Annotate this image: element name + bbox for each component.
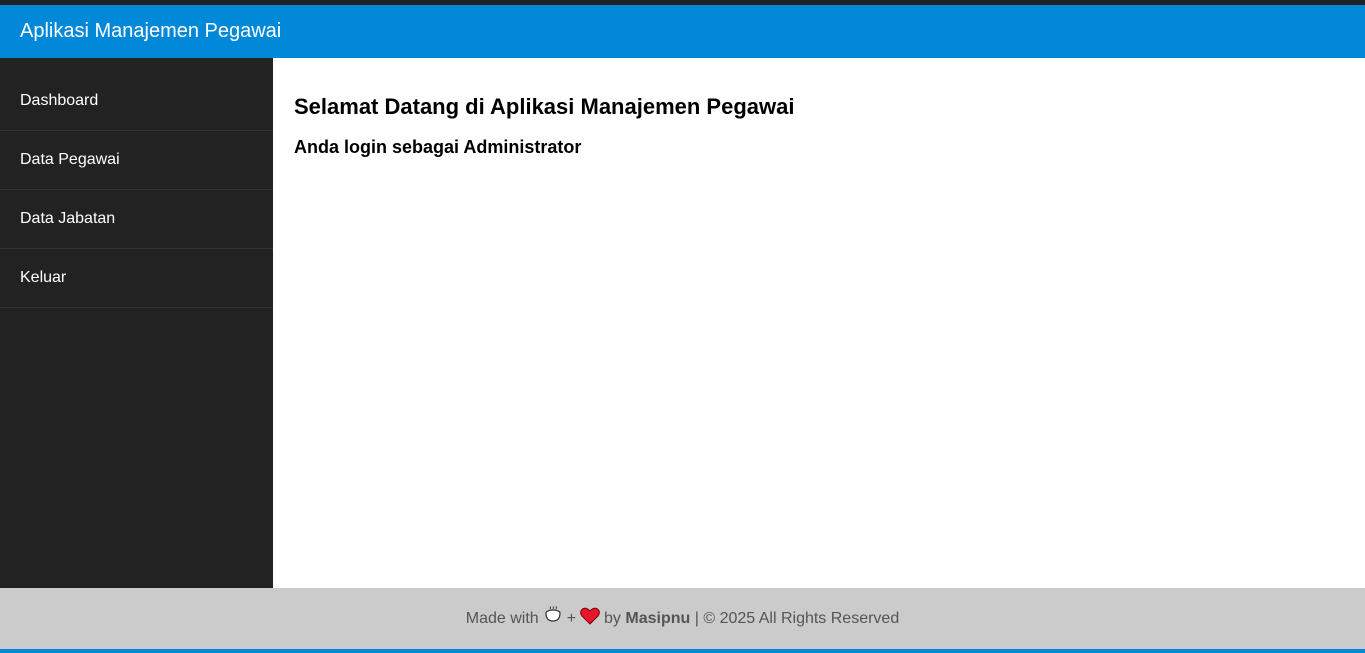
sidebar-item-keluar[interactable]: Keluar: [0, 249, 273, 308]
page-title: Selamat Datang di Aplikasi Manajemen Peg…: [294, 94, 795, 119]
sidebar-item-label: Data Jabatan: [20, 210, 116, 227]
sidebar: Dashboard Data Pegawai Data Jabatan Kelu…: [0, 58, 273, 588]
sidebar-item-label: Dashboard: [20, 92, 99, 109]
footer-made-with: Made with: [465, 609, 539, 627]
heart-icon: [580, 607, 600, 630]
sidebar-item-dashboard[interactable]: Dashboard: [0, 72, 273, 131]
app-title: Aplikasi Manajemen Pegawai: [20, 20, 282, 42]
login-info: Anda login sebagai Administrator: [294, 137, 582, 157]
footer-rights: | © 2025 All Rights Reserved: [694, 609, 900, 627]
footer-author: Masipnu: [625, 609, 691, 627]
coffee-icon: [543, 606, 563, 631]
sidebar-item-data-jabatan[interactable]: Data Jabatan: [0, 190, 273, 249]
footer-plus: +: [566, 609, 577, 627]
footer: Made with + by Masipnu | © 2025 All Righ…: [0, 588, 1365, 649]
app-header: Aplikasi Manajemen Pegawai: [0, 5, 1365, 58]
sidebar-item-label: Data Pegawai: [20, 151, 120, 168]
main-content: Selamat Datang di Aplikasi Manajemen Peg…: [273, 58, 1365, 588]
footer-by: by: [604, 609, 621, 627]
layout: Dashboard Data Pegawai Data Jabatan Kelu…: [0, 58, 1365, 588]
bottom-strip: [0, 649, 1365, 653]
sidebar-item-data-pegawai[interactable]: Data Pegawai: [0, 131, 273, 190]
sidebar-item-label: Keluar: [20, 269, 67, 286]
